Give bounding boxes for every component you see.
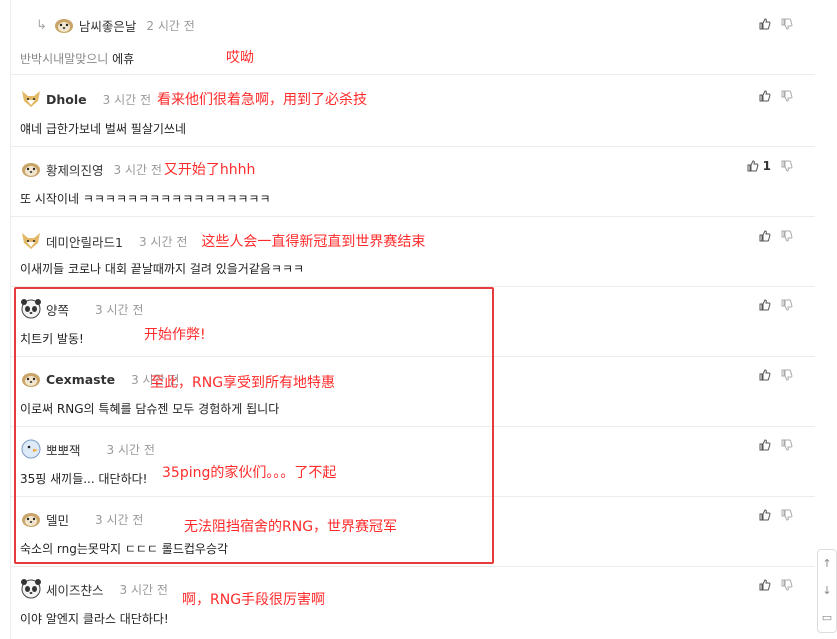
vote-group (759, 509, 793, 521)
thumbs-down-icon[interactable] (781, 439, 793, 451)
comment-author[interactable]: 데미안릴라드1 (46, 232, 123, 251)
like-count: 1 (762, 159, 771, 173)
vote-group (759, 90, 793, 102)
translation-note: 哎呦 (226, 50, 254, 66)
thumbs-down-icon[interactable] (781, 579, 793, 591)
comment-author[interactable]: 세이즈챤스 (46, 580, 104, 599)
vote-group (759, 299, 793, 311)
thumbs-up-icon[interactable] (759, 299, 771, 311)
thumbs-down-icon[interactable] (781, 18, 793, 30)
panda-avatar-icon (21, 579, 41, 599)
fox-avatar-icon (22, 91, 40, 107)
thumbs-up-icon[interactable] (759, 509, 771, 521)
translation-note: 又开始了hhhh (163, 162, 256, 178)
comment-author[interactable]: 황제의진영 (46, 160, 104, 179)
thumbs-up-icon[interactable] (759, 369, 771, 381)
comment: 세이즈챤스 3 시간 전 이야 알엔지 클라스 대단하다! 啊，RNG手段很厉害… (10, 566, 815, 639)
vote-group (759, 579, 793, 591)
comment-body: 이새끼들 코로나 대회 끝날때까지 걸려 있을거같음ㅋㅋㅋ (20, 262, 305, 276)
vote-group (759, 439, 793, 451)
comment-time: 3 시간 전 (138, 234, 188, 249)
highlight-box (14, 287, 494, 564)
comment-reply: ↳ 남씨좋은날 2 시간 전 반박시내말맞으니 에휴 哎呦 (10, 12, 815, 75)
thumbs-up-icon[interactable] (759, 230, 771, 242)
comment-time: 2 시간 전 (146, 18, 195, 33)
scroll-down-icon[interactable]: ↓ (822, 584, 831, 597)
dog-avatar-icon (54, 19, 73, 33)
comment: 황제의진영 3 시간 전 又开始了hhhh 또 시작이네 ㅋㅋㅋㅋㅋㅋㅋㅋㅋㅋㅋ… (10, 146, 815, 217)
thumbs-down-icon[interactable] (781, 509, 793, 521)
comment-body: 이야 알엔지 클라스 대단하다! (20, 612, 169, 626)
comment: 데미안릴라드1 3 시간 전 这些人会一直得新冠直到世界赛结束 이새끼들 코로나… (10, 216, 815, 287)
fox-avatar-icon (22, 233, 40, 249)
thumbs-down-icon[interactable] (781, 90, 793, 102)
thumbs-down-icon[interactable] (781, 369, 793, 381)
dog-avatar-icon (22, 163, 40, 177)
translation-note: 这些人会一直得新冠直到世界赛结束 (201, 234, 426, 250)
thumbs-up-icon[interactable] (747, 160, 759, 172)
vote-group (759, 18, 793, 30)
translation-note: 啊，RNG手段很厉害啊 (182, 592, 326, 608)
translation-note: 看来他们很着急啊，用到了必杀技 (157, 92, 368, 108)
comment-time: 3 시간 전 (102, 92, 152, 107)
comment-body: 얘네 급한가보네 벌써 필살기쓰네 (20, 122, 187, 136)
reply-arrow-icon: ↳ (36, 17, 47, 33)
comment-time: 3 시간 전 (113, 162, 162, 177)
scroll-widget: ↑ ↓ ▭ (817, 549, 837, 633)
vote-group: 1 (747, 159, 793, 173)
comment-author[interactable]: 남씨좋은날 (79, 16, 137, 35)
thumbs-up-icon[interactable] (759, 439, 771, 451)
comment: Dhole 3 시간 전 看来他们很着急啊，用到了必杀技 얘네 급한가보네 벌써… (10, 74, 815, 147)
comment-author[interactable]: Dhole (46, 92, 87, 107)
thumbs-up-icon[interactable] (759, 90, 771, 102)
thumbs-down-icon[interactable] (781, 230, 793, 242)
comment-body: 또 시작이네 ㅋㅋㅋㅋㅋㅋㅋㅋㅋㅋㅋㅋㅋㅋㅋㅋㅋ (20, 192, 271, 206)
thumbs-down-icon[interactable] (781, 299, 793, 311)
vote-group (759, 230, 793, 242)
scroll-up-icon[interactable]: ↑ (822, 557, 831, 570)
thumbs-up-icon[interactable] (759, 579, 771, 591)
comment-time: 3 시간 전 (119, 582, 168, 597)
comment-body: 반박시내말맞으니 에휴 (20, 52, 135, 66)
vote-group (759, 369, 793, 381)
chat-icon[interactable]: ▭ (822, 612, 832, 624)
thumbs-down-icon[interactable] (781, 160, 793, 172)
thumbs-up-icon[interactable] (759, 18, 771, 30)
